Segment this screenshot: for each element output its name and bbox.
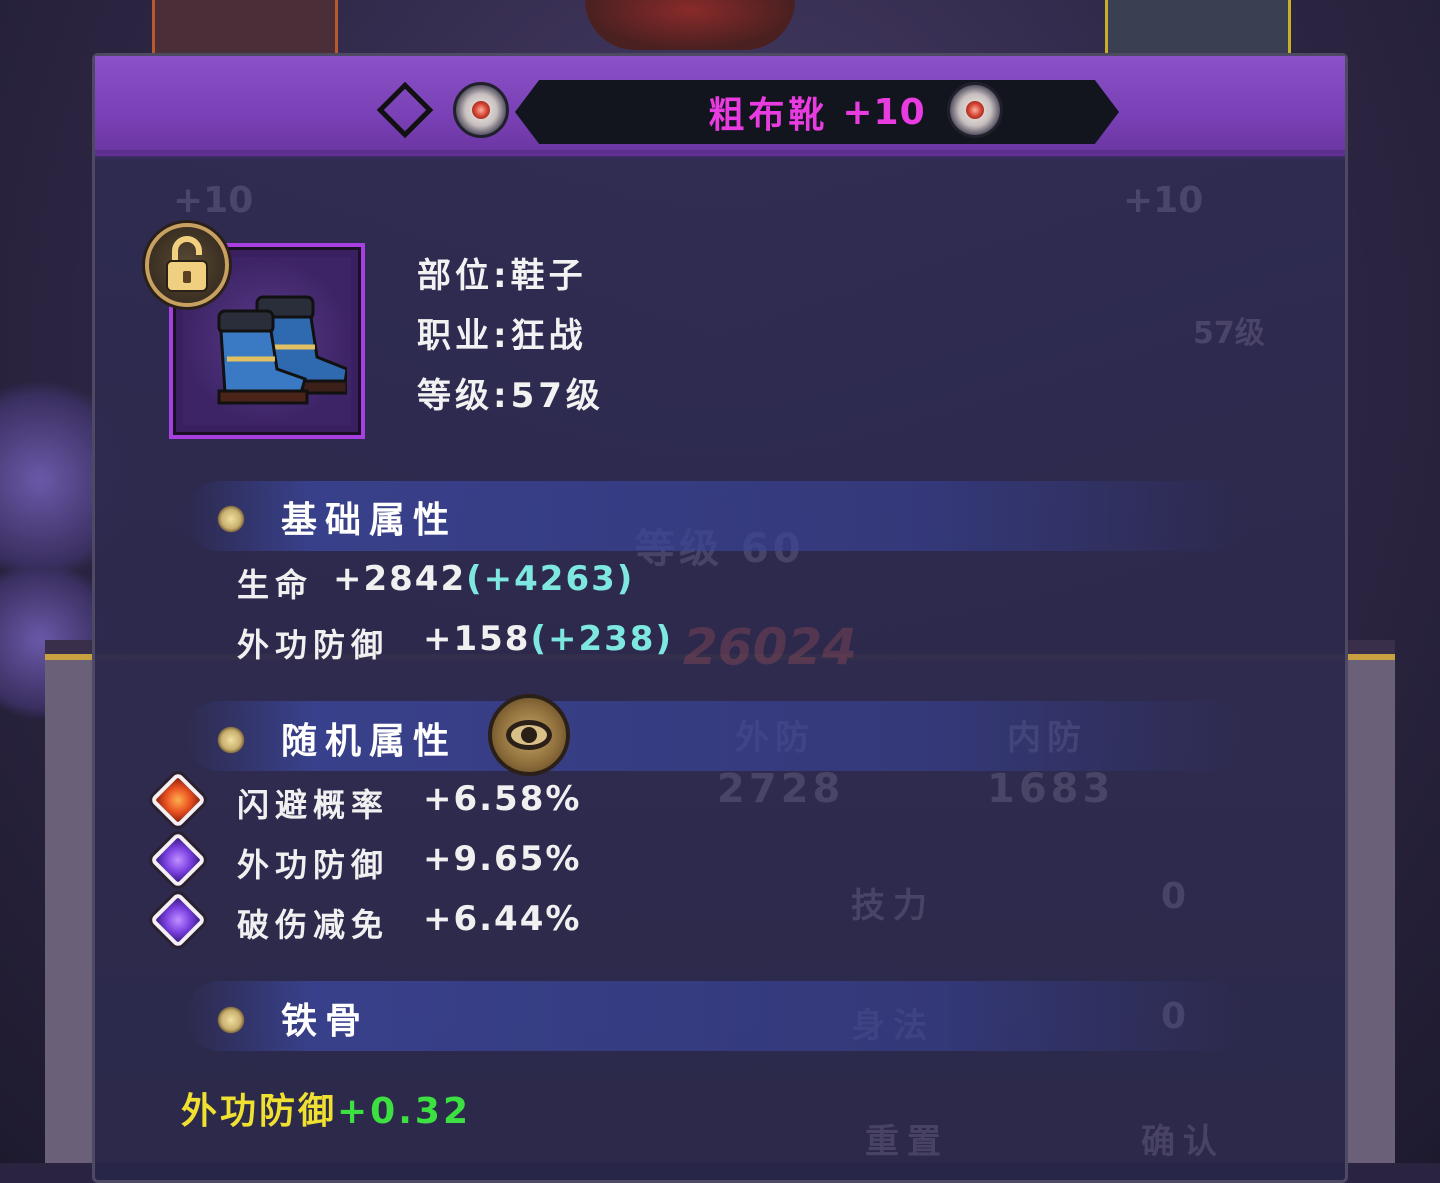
- gear-bullet-icon: [213, 722, 249, 758]
- view-eye-button[interactable]: [488, 694, 570, 776]
- gear-bullet-icon: [213, 1002, 249, 1038]
- stat-bonus: (+4263): [466, 559, 635, 599]
- set-bonus-line: 外功防御+0.32: [181, 1082, 471, 1134]
- stat-label: 闪避概率: [237, 786, 390, 824]
- item-title: 粗布靴 +10: [515, 80, 1119, 144]
- set-bonus-value: +0.32: [337, 1091, 472, 1132]
- item-slot: 部位:鞋子: [417, 256, 587, 296]
- diamond-ornament-icon: [376, 81, 434, 139]
- hero-portrait: [585, 0, 795, 50]
- stat-label: 外功防御: [237, 846, 390, 884]
- ghost-right-card-level: +10: [1123, 180, 1204, 221]
- ghost-confirm-label: 确认: [1141, 1122, 1225, 1162]
- stat-value: +6.44%: [423, 899, 582, 939]
- base-attributes-title: 基础属性: [281, 500, 458, 541]
- ghost-skill-value: 0: [1161, 876, 1187, 917]
- item-level: 等级:57级: [417, 376, 604, 416]
- ghost-def-inner-value: 1683: [987, 766, 1115, 812]
- item-name: 粗布靴: [708, 95, 829, 136]
- eye-ornament-icon: [453, 82, 509, 138]
- ghost-def-outer-value: 2728: [717, 766, 845, 812]
- eye-ornament-icon: [947, 82, 1003, 138]
- random-attributes-title: 随机属性: [281, 721, 458, 762]
- stat-value: +9.65%: [423, 839, 582, 879]
- stat-label: 破伤减免: [237, 906, 390, 944]
- orange-gem-icon: [149, 771, 207, 829]
- equipment-card-necklace[interactable]: [152, 0, 338, 58]
- item-detail-popup: +10 +10 57级 等级 60 26024 外防 2728 内防 1683 …: [92, 53, 1348, 1183]
- unlocked-lock-icon[interactable]: [145, 223, 229, 307]
- stat-value: +158(+238): [423, 619, 674, 659]
- purple-gem-icon: [149, 891, 207, 949]
- stat-value: +6.58%: [423, 779, 582, 819]
- item-enhance-level: +10: [842, 91, 926, 133]
- purple-gem-icon: [149, 831, 207, 889]
- ghost-right-card-sub: 57级: [1193, 316, 1265, 351]
- ghost-left-card-level: +10: [173, 180, 254, 221]
- set-bonus-name: 外功防御: [181, 1091, 338, 1132]
- ghost-reset-label: 重置: [865, 1122, 949, 1162]
- set-title: 铁骨: [281, 1001, 370, 1042]
- stat-bonus: (+238): [530, 619, 674, 659]
- popup-header: 粗布靴 +10: [95, 56, 1345, 160]
- ghost-skill-label: 技力: [851, 886, 935, 926]
- gear-bullet-icon: [213, 501, 249, 537]
- ghost-power: 26024: [683, 618, 857, 676]
- item-class: 职业:狂战: [417, 316, 587, 356]
- boots-icon: [217, 295, 347, 405]
- stat-label: 生命: [237, 566, 314, 604]
- stat-value: +2842(+4263): [333, 559, 635, 599]
- equipment-card-boots[interactable]: [1105, 0, 1291, 58]
- stat-label: 外功防御: [237, 626, 390, 664]
